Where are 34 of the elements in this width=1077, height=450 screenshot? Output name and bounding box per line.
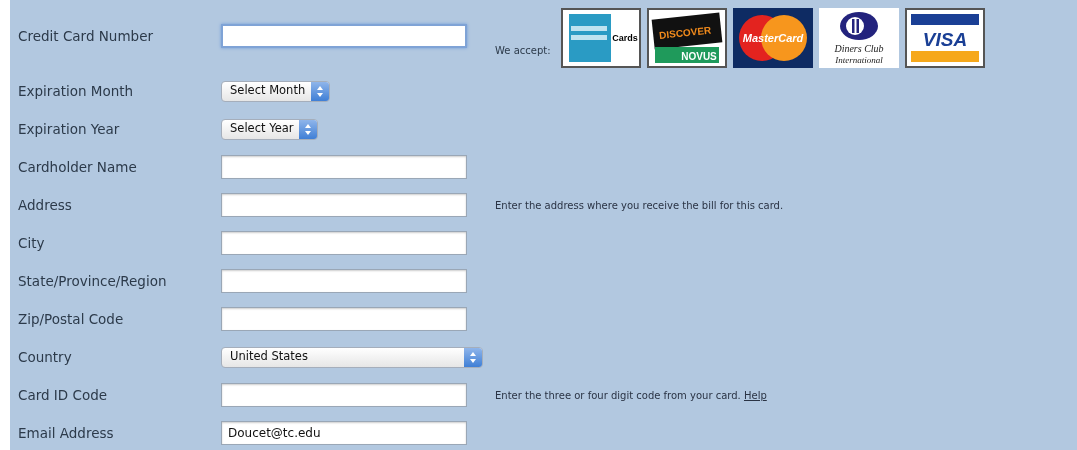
input-field[interactable]	[221, 155, 467, 179]
select-field[interactable]: Select Month	[221, 80, 331, 102]
updown-arrows-icon	[305, 123, 312, 135]
input-field[interactable]	[221, 231, 467, 255]
input-field[interactable]	[221, 269, 467, 293]
field-label: Expiration Month	[17, 81, 135, 101]
card-logo: Cards	[560, 8, 641, 68]
hint-text: Enter the address where you receive the bill for this card.	[495, 198, 784, 213]
field-label: Country	[17, 347, 73, 367]
card-logo: VISA	[904, 8, 985, 68]
select-field[interactable]: United States	[221, 346, 483, 368]
input-field[interactable]	[221, 307, 467, 331]
help-link[interactable]: Help	[743, 389, 767, 401]
input-field[interactable]: Doucet@tc.edu	[221, 421, 467, 445]
field-label: Card ID Code	[17, 385, 109, 405]
accept-label: We accept:	[495, 43, 551, 58]
field-label: State/Province/Region	[17, 271, 168, 291]
field-label: Expiration Year	[17, 119, 121, 139]
card-logo: MasterCard	[732, 8, 813, 68]
field-label: Email Address	[17, 423, 115, 443]
field-label: Credit Card Number	[17, 26, 154, 46]
input-field[interactable]	[221, 383, 467, 407]
input-field[interactable]	[221, 193, 467, 217]
card-logo: Diners Club International	[818, 8, 899, 68]
field-label: City	[17, 233, 46, 253]
card-logo: DISCOVER NOVUS	[646, 8, 727, 68]
hint-text: Enter the three or four digit code from your card. Help	[495, 388, 767, 403]
input-field[interactable]	[221, 24, 467, 48]
updown-arrows-icon	[470, 351, 476, 363]
field-label: Address	[17, 195, 73, 215]
select-field[interactable]: Select Year	[221, 118, 319, 140]
field-label: Cardholder Name	[17, 157, 138, 177]
updown-arrows-icon	[317, 85, 324, 97]
field-label: Zip/Postal Code	[17, 309, 125, 329]
